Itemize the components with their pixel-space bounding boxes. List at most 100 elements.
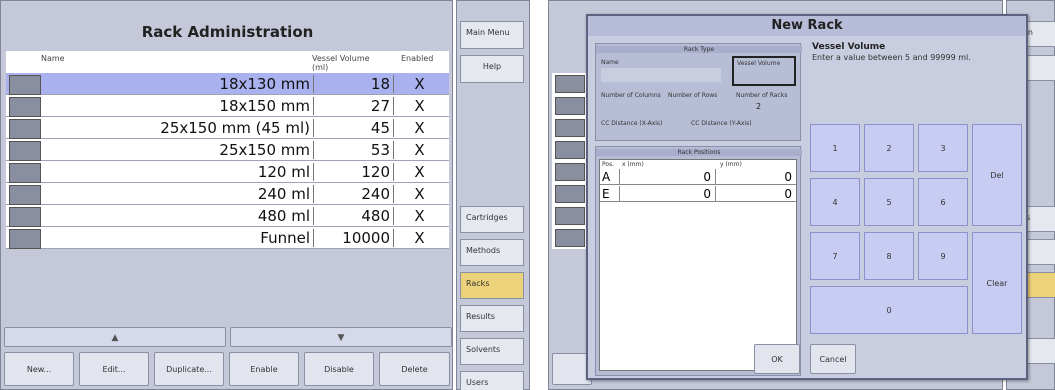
enable-button[interactable]: Enable [229, 352, 299, 386]
number-of-racks-value[interactable]: 2 [756, 102, 761, 111]
rack-positions-rows: A00E00 [600, 169, 796, 209]
number-of-columns-label: Number of Columns [601, 92, 661, 99]
solvents-button[interactable]: Solvents [460, 338, 524, 365]
rack-name-cell: Funnel [42, 229, 314, 247]
field-hint: Enter a value between 5 and 99999 ml. [812, 53, 971, 62]
help-button[interactable]: Help [460, 55, 524, 83]
column-header-vessel-volume: Vessel Volume (ml) [312, 54, 370, 72]
keypad-5-button[interactable]: 5 [864, 178, 914, 226]
keypad-1-button[interactable]: 1 [810, 124, 860, 172]
rack-name-cell: 18x150 mm [42, 97, 314, 115]
methods-button[interactable]: Methods [460, 239, 524, 266]
position-row[interactable]: A00 [600, 169, 796, 185]
y-value: 0 [784, 170, 792, 184]
disable-button[interactable]: Disable [304, 352, 374, 386]
vessel-volume-cell: 18 [312, 75, 394, 93]
keypad-8-button[interactable]: 8 [864, 232, 914, 280]
rack-icon [9, 141, 41, 161]
new-rack-screen: Men lp ges ds ts New Rack Rack Type Name… [548, 0, 1055, 390]
keypad-7-button[interactable]: 7 [810, 232, 860, 280]
clear-key-button[interactable]: Clear [972, 232, 1022, 334]
column-header-name: Name [41, 54, 65, 63]
table-row[interactable]: 18x150 mm 27 X [6, 95, 449, 117]
number-of-rows-label: Number of Rows [668, 92, 718, 99]
table-row[interactable]: 480 ml 480 X [6, 205, 449, 227]
enabled-cell: X [414, 75, 425, 93]
rack-icon [9, 163, 41, 183]
cc-distance-y-label: CC Distance (Y-Axis) [691, 120, 752, 127]
vessel-volume-cell: 27 [312, 97, 394, 115]
vessel-volume-field[interactable]: Vessel Volume [732, 56, 796, 86]
edit-button[interactable]: Edit... [79, 352, 149, 386]
rack-icon [9, 229, 41, 249]
table-row[interactable]: 25x150 mm (45 ml) 45 X [6, 117, 449, 139]
table-header: Name Vessel Volume (ml) Enabled [6, 51, 449, 73]
ok-button[interactable]: OK [754, 344, 800, 374]
x-column-header: x (mm) [622, 161, 644, 168]
new-button[interactable]: New... [4, 352, 74, 386]
vessel-volume-cell: 120 [312, 163, 394, 181]
background-rack-icon [555, 185, 585, 203]
keypad-6-button[interactable]: 6 [918, 178, 968, 226]
new-rack-dialog: New Rack Rack Type Name Vessel Volume Nu… [586, 14, 1028, 380]
keypad-3-button[interactable]: 3 [918, 124, 968, 172]
rack-type-section-title: Rack Type [596, 46, 802, 53]
pos-column-header: Pos. [602, 161, 615, 168]
position-label: E [602, 186, 620, 202]
rack-name-cell: 480 ml [42, 207, 314, 225]
x-value: 0 [622, 186, 716, 202]
background-rack-icon [555, 119, 585, 137]
page-title: Rack Administration [141, 23, 314, 41]
table-row[interactable]: 18x130 mm 18 X [6, 73, 449, 95]
vessel-volume-cell: 53 [312, 141, 394, 159]
rack-name-cell: 18x130 mm [42, 75, 314, 93]
background-rack-icon [555, 97, 585, 115]
duplicate-button[interactable]: Duplicate... [154, 352, 224, 386]
rack-name-cell: 25x150 mm (45 ml) [42, 119, 314, 137]
y-value: 0 [784, 187, 792, 201]
enabled-cell: X [414, 207, 425, 225]
enabled-cell: X [414, 229, 425, 247]
name-label: Name [601, 59, 619, 66]
enabled-cell: X [414, 119, 425, 137]
table-row[interactable]: 240 ml 240 X [6, 183, 449, 205]
results-button[interactable]: Results [460, 305, 524, 332]
background-rack-icon [555, 229, 585, 247]
keypad-2-button[interactable]: 2 [864, 124, 914, 172]
rack-icon [9, 97, 41, 117]
enabled-cell: X [414, 97, 425, 115]
table-row[interactable]: Funnel 10000 X [6, 227, 449, 249]
field-title: Vessel Volume [812, 42, 886, 52]
keypad-9-button[interactable]: 9 [918, 232, 968, 280]
background-rack-icon [555, 207, 585, 225]
cartridges-button[interactable]: Cartridges [460, 206, 524, 233]
rack-name-cell: 240 ml [42, 185, 314, 203]
background-rack-icon [555, 75, 585, 93]
main-menu-button[interactable]: Main Menu [460, 21, 524, 49]
position-row[interactable]: E00 [600, 186, 796, 202]
rack-icon [9, 75, 41, 95]
scroll-up-button[interactable]: ▲ [4, 327, 226, 347]
rack-positions-panel: Rack Positions Pos. x (mm) y (mm) A00E00 [595, 146, 802, 376]
delete-key-button[interactable]: Del [972, 124, 1022, 226]
cancel-button[interactable]: Cancel [810, 344, 856, 374]
name-field[interactable] [601, 68, 721, 82]
enabled-cell: X [414, 141, 425, 159]
dialog-title: New Rack [588, 16, 1026, 36]
rack-administration-screen: Rack Administration Name Vessel Volume (… [0, 0, 530, 390]
rack-icon [9, 185, 41, 205]
main-panel: Rack Administration Name Vessel Volume (… [0, 0, 453, 390]
table-row[interactable]: 120 ml 120 X [6, 161, 449, 183]
racks-button[interactable]: Racks [460, 272, 524, 299]
rack-type-panel: Rack Type Name Vessel Volume Number of C… [595, 43, 802, 141]
scroll-down-button[interactable]: ▼ [230, 327, 452, 347]
delete-button[interactable]: Delete [379, 352, 450, 386]
table-row[interactable]: 25x150 mm 53 X [6, 139, 449, 161]
background-rack-icon [555, 141, 585, 159]
keypad-0-button[interactable]: 0 [810, 286, 968, 334]
vessel-volume-cell: 10000 [312, 229, 394, 247]
keypad-4-button[interactable]: 4 [810, 178, 860, 226]
users-button[interactable]: Users [460, 371, 524, 390]
rack-table: 18x130 mm 18 X 18x150 mm 27 X 25x150 mm (45 ml… [6, 73, 449, 249]
arrow-up-icon: ▲ [111, 333, 119, 343]
